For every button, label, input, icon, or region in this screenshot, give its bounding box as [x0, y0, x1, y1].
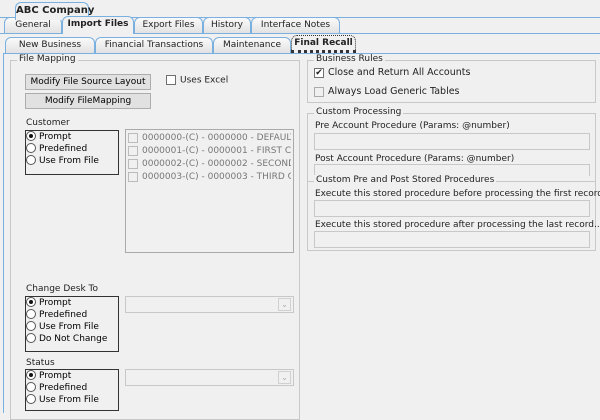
before-first-record-label: Execute this stored procedure before pro…	[315, 189, 600, 199]
customer-label: Customer	[26, 118, 70, 128]
tab-import-files[interactable]: Import Files	[62, 16, 134, 34]
change-desk-combo[interactable]: ⌄	[125, 296, 294, 313]
tab-history[interactable]: History	[203, 17, 251, 33]
modify-file-mapping-button[interactable]: Modify FileMapping	[25, 93, 151, 109]
change-desk-use-from-file-radio[interactable]: Use From File	[26, 320, 118, 333]
business-rules-title: Business Rules	[314, 54, 385, 64]
load-generic-checkbox[interactable]: Always Load Generic Tables	[314, 86, 460, 97]
post-account-label: Post Account Procedure (Params: @number)	[315, 154, 515, 164]
tab-interface-notes[interactable]: Interface Notes	[251, 17, 340, 33]
customer-radio-group: Prompt Predefined Use From File	[25, 130, 119, 175]
change-desk-label: Change Desk To	[26, 284, 99, 294]
tab-financial-transactions[interactable]: Financial Transactions	[95, 37, 213, 53]
customer-use-from-file-radio[interactable]: Use From File	[26, 154, 118, 167]
status-combo[interactable]: ⌄	[125, 369, 294, 386]
change-desk-radio-group: Prompt Predefined Use From File Do Not C…	[25, 296, 119, 352]
custom-processing-title: Custom Processing	[314, 107, 404, 117]
file-mapping-title: File Mapping	[17, 54, 78, 64]
list-item[interactable]: 0000002-(C) - 0000002 - SECOND CU	[128, 158, 291, 171]
customer-prompt-radio[interactable]: Prompt	[26, 130, 118, 143]
list-item[interactable]: 0000003-(C) - 0000003 - THIRD CUST	[128, 171, 291, 184]
customer-predefined-radio[interactable]: Predefined	[26, 142, 118, 155]
change-desk-do-not-change-radio[interactable]: Do Not Change	[26, 332, 118, 345]
list-item[interactable]: 0000001-(C) - 0000001 - FIRST CUST	[128, 145, 291, 158]
status-predefined-radio[interactable]: Predefined	[26, 381, 118, 394]
tab-new-business[interactable]: New Business	[5, 37, 95, 53]
tab-maintenance[interactable]: Maintenance	[213, 37, 291, 53]
pre-account-label: Pre Account Procedure (Params: @number)	[315, 121, 510, 131]
customer-list[interactable]: 0000000-(C) - 0000000 - DEFAULT CU 00000…	[125, 129, 294, 253]
close-return-checkbox[interactable]: ✔ Close and Return All Accounts	[314, 67, 470, 78]
tab-final-recall[interactable]: Final Recall	[291, 35, 356, 53]
change-desk-predefined-radio[interactable]: Predefined	[26, 308, 118, 321]
tab-export-files[interactable]: Export Files	[134, 17, 203, 33]
stored-procedures-title: Custom Pre and Post Stored Procedures	[314, 175, 497, 185]
status-radio-group: Prompt Predefined Use From File	[25, 369, 119, 411]
status-use-from-file-radio[interactable]: Use From File	[26, 393, 118, 406]
status-label: Status	[26, 358, 55, 368]
status-prompt-radio[interactable]: Prompt	[26, 369, 118, 382]
uses-excel-label: Uses Excel	[180, 75, 229, 86]
modify-file-source-layout-button[interactable]: Modify File Source Layout	[25, 74, 151, 90]
pre-account-input[interactable]	[314, 133, 590, 150]
list-item[interactable]: 0000000-(C) - 0000000 - DEFAULT CU	[128, 132, 291, 145]
before-first-record-input[interactable]	[314, 200, 590, 217]
uses-excel-checkbox[interactable]: Uses Excel	[166, 75, 228, 86]
change-desk-prompt-radio[interactable]: Prompt	[26, 296, 118, 309]
chevron-down-icon[interactable]: ⌄	[278, 371, 291, 384]
chevron-down-icon[interactable]: ⌄	[278, 298, 291, 311]
after-last-record-label: Execute this stored procedure after proc…	[315, 220, 600, 230]
after-last-record-input[interactable]	[314, 231, 590, 248]
